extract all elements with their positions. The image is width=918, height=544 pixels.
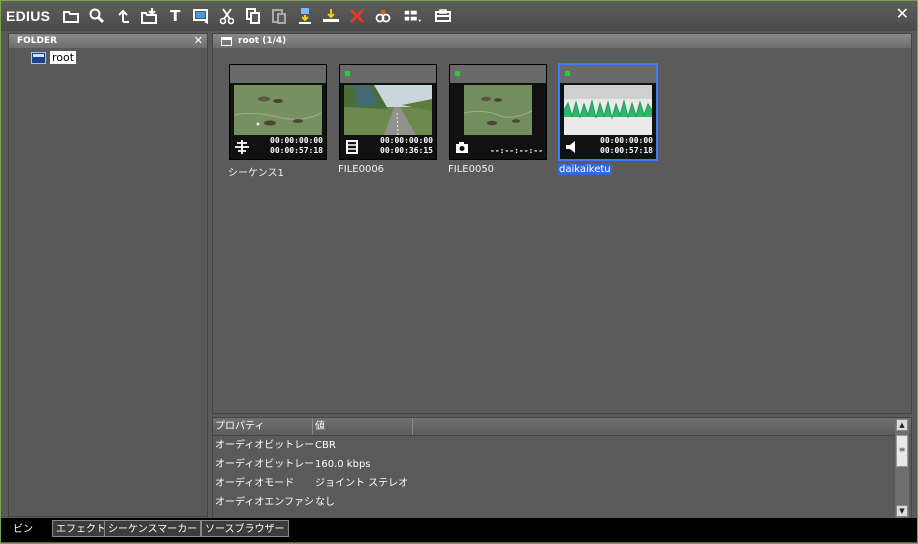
property-name: オーディオビットレー... xyxy=(215,440,313,451)
clip-label: FILE0050 xyxy=(448,164,495,175)
tab-bin[interactable]: ビン xyxy=(9,520,51,537)
clip-label: FILE0006 xyxy=(338,164,385,175)
property-value: ジョイント ステレオ xyxy=(315,478,409,489)
value-column-header[interactable]: 値 xyxy=(313,418,413,435)
property-name: オーディオビットレート xyxy=(215,459,313,470)
bottom-tab-bar: ビン エフェクト シーケンスマーカー ソースブラウザー xyxy=(1,518,917,542)
properties-scrollbar[interactable]: ▲ ≡ ▼ xyxy=(895,418,909,518)
clip-header xyxy=(340,65,436,83)
title-icon[interactable]: T xyxy=(164,5,186,27)
speaker-icon xyxy=(565,140,579,154)
clip-timecode-out: --:--:--:-- xyxy=(490,146,543,155)
film-icon xyxy=(345,140,359,154)
up-folder-icon[interactable] xyxy=(112,5,134,27)
add-clip-icon[interactable] xyxy=(190,5,212,27)
property-value: 160.0 kbps xyxy=(315,459,371,470)
folder-title: FOLDER xyxy=(17,36,58,46)
clip-header xyxy=(450,65,546,83)
clip-thumbnail xyxy=(344,85,432,135)
tab-effects[interactable]: エフェクト xyxy=(52,520,110,537)
tab-sequence-marker[interactable]: シーケンスマーカー xyxy=(104,520,202,537)
clip-thumbnail xyxy=(564,85,652,135)
property-row[interactable]: オーディオエンファシ... なし xyxy=(213,493,911,512)
property-row[interactable]: オーディオモード ジョイント ステレオ xyxy=(213,474,911,493)
folder-icon xyxy=(31,51,46,64)
clip-label: daikaiketu xyxy=(558,164,612,175)
scroll-thumb[interactable]: ≡ xyxy=(896,435,908,467)
bin-title: root (1/4) xyxy=(238,36,287,46)
app-title: EDIUS xyxy=(6,8,51,24)
property-name: オーディオモード xyxy=(215,478,295,489)
bin-folder-icon xyxy=(221,36,232,46)
clip-header xyxy=(560,65,656,83)
clip-status-flag xyxy=(565,71,570,76)
close-app-button[interactable]: ✕ xyxy=(896,4,909,23)
delete-icon[interactable] xyxy=(346,5,368,27)
property-row[interactable]: オーディオビットレー... CBR xyxy=(213,436,911,455)
clip-timecode-in: 00:00:00:00 xyxy=(600,136,653,145)
clip-header xyxy=(230,65,326,83)
clip-timecode-in: 00:00:00:00 xyxy=(380,136,433,145)
clip-timecode-in: 00:00:00:00 xyxy=(270,136,323,145)
folder-panel: FOLDER ✕ root xyxy=(8,33,208,517)
clip-thumbnail xyxy=(234,85,322,135)
clip-thumbnail xyxy=(464,85,532,135)
scroll-up-button[interactable]: ▲ xyxy=(896,419,908,431)
cut-icon[interactable] xyxy=(216,5,238,27)
search-icon[interactable] xyxy=(86,5,108,27)
bin-menu-icon[interactable] xyxy=(432,5,454,27)
folder-close-button[interactable]: ✕ xyxy=(194,34,203,48)
edius-window: EDIUS T ✕ FOLDER ✕ root root (1/4) 00:00… xyxy=(0,0,918,544)
clip-sequence1[interactable]: 00:00:00:00 00:00:57:18 xyxy=(229,64,327,160)
root-folder-label: root xyxy=(50,51,77,64)
clip-status-flag xyxy=(455,71,460,76)
view-mode-icon[interactable] xyxy=(398,5,428,27)
tab-source-browser[interactable]: ソースブラウザー xyxy=(201,520,289,537)
folder-header: FOLDER ✕ xyxy=(9,34,207,48)
properties-panel: プロパティ 値 オーディオビットレー... CBR オーディオビットレート 16… xyxy=(212,417,912,519)
camera-icon xyxy=(455,140,469,154)
bin-toolbar: EDIUS T ✕ xyxy=(1,1,917,31)
property-name: オーディオエンファシ... xyxy=(215,497,313,508)
scroll-down-button[interactable]: ▼ xyxy=(896,505,908,517)
property-value: CBR xyxy=(315,440,336,451)
clip-label: シーケンス1 xyxy=(228,168,284,179)
property-row[interactable]: オーディオビットレート 160.0 kbps xyxy=(213,455,911,474)
bin-panel: root (1/4) 00:00:00:00 00:00:57:18 シーケンス… xyxy=(212,33,912,414)
clip-timecode-out: 00:00:57:18 xyxy=(600,146,653,155)
properties-header: プロパティ 値 xyxy=(213,418,911,436)
clip-status-flag xyxy=(345,71,350,76)
clip-file0050[interactable]: --:--:--:-- xyxy=(449,64,547,160)
folder-tree-root[interactable]: root xyxy=(31,51,77,64)
title-glyph: T xyxy=(170,7,181,25)
clip-daikaiketu[interactable]: 00:00:00:00 00:00:57:18 xyxy=(558,63,658,161)
insert-timeline-icon[interactable] xyxy=(320,5,342,27)
clip-timecode-out: 00:00:36:15 xyxy=(380,146,433,155)
properties-icon[interactable] xyxy=(372,5,394,27)
sequence-icon xyxy=(235,140,249,154)
add-to-timeline-icon[interactable] xyxy=(294,5,316,27)
property-value: なし xyxy=(315,497,335,508)
new-folder-icon[interactable] xyxy=(60,5,82,27)
clip-file0006[interactable]: 00:00:00:00 00:00:36:15 xyxy=(339,64,437,160)
clip-timecode-out: 00:00:57:18 xyxy=(270,146,323,155)
copy-icon[interactable] xyxy=(242,5,264,27)
property-column-header[interactable]: プロパティ xyxy=(213,418,313,435)
import-icon[interactable] xyxy=(138,5,160,27)
paste-icon[interactable] xyxy=(268,5,290,27)
bin-header: root (1/4) xyxy=(213,34,911,48)
